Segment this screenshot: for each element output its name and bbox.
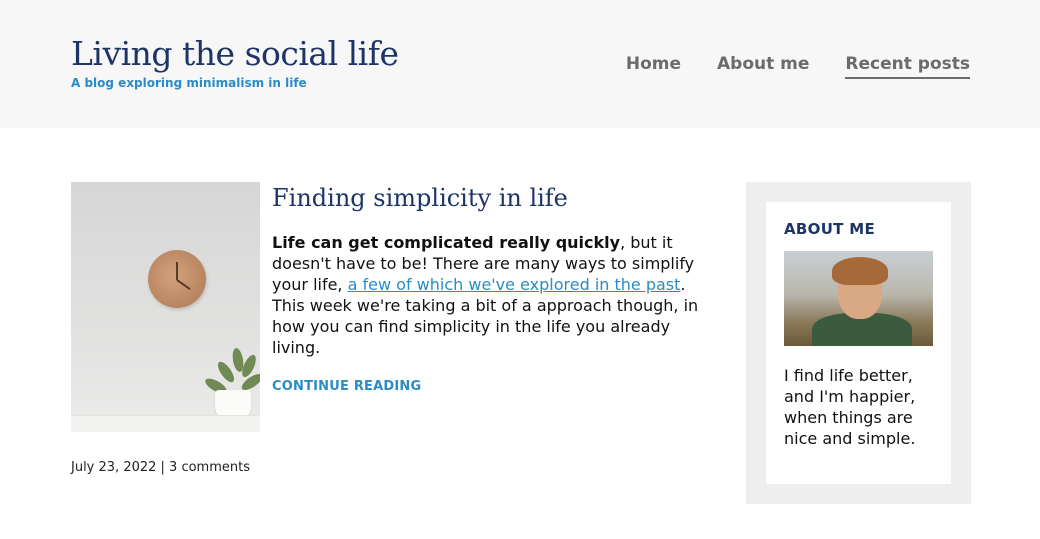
excerpt-bold: Life can get complicated really quickly bbox=[272, 233, 621, 252]
past-posts-link[interactable]: a few of which we've explored in the pas… bbox=[348, 275, 681, 294]
site-title[interactable]: Living the social life bbox=[71, 34, 399, 74]
shelf bbox=[71, 415, 260, 432]
site-tagline: A blog exploring minimalism in life bbox=[71, 76, 307, 90]
post-body: Finding simplicity in life Life can get … bbox=[272, 182, 702, 394]
nav-home[interactable]: Home bbox=[626, 53, 681, 79]
brand: Living the social life A blog exploring … bbox=[71, 34, 399, 91]
about-me-text: I find life better, and I'm happier, whe… bbox=[784, 366, 916, 448]
main-nav: Home About me Recent posts bbox=[626, 53, 970, 79]
post-image[interactable] bbox=[71, 182, 260, 432]
avatar-hair bbox=[832, 257, 888, 285]
continue-reading-link[interactable]: Continue reading bbox=[272, 379, 421, 394]
nav-about-me[interactable]: About me bbox=[717, 53, 809, 79]
sidebar: ABOUT ME I find life better, and I'm hap… bbox=[746, 182, 971, 504]
post-meta: July 23, 2022 | 3 comments bbox=[71, 460, 250, 475]
post-excerpt: Life can get complicated really quickly,… bbox=[272, 232, 702, 358]
clock-illustration bbox=[148, 250, 206, 308]
nav-recent-posts[interactable]: Recent posts bbox=[845, 53, 970, 79]
about-me-heading: ABOUT ME bbox=[784, 220, 876, 238]
post-title[interactable]: Finding simplicity in life bbox=[272, 182, 702, 214]
site-header: Living the social life A blog exploring … bbox=[0, 0, 1040, 128]
about-me-card: ABOUT ME I find life better, and I'm hap… bbox=[766, 202, 951, 484]
avatar bbox=[784, 251, 933, 346]
